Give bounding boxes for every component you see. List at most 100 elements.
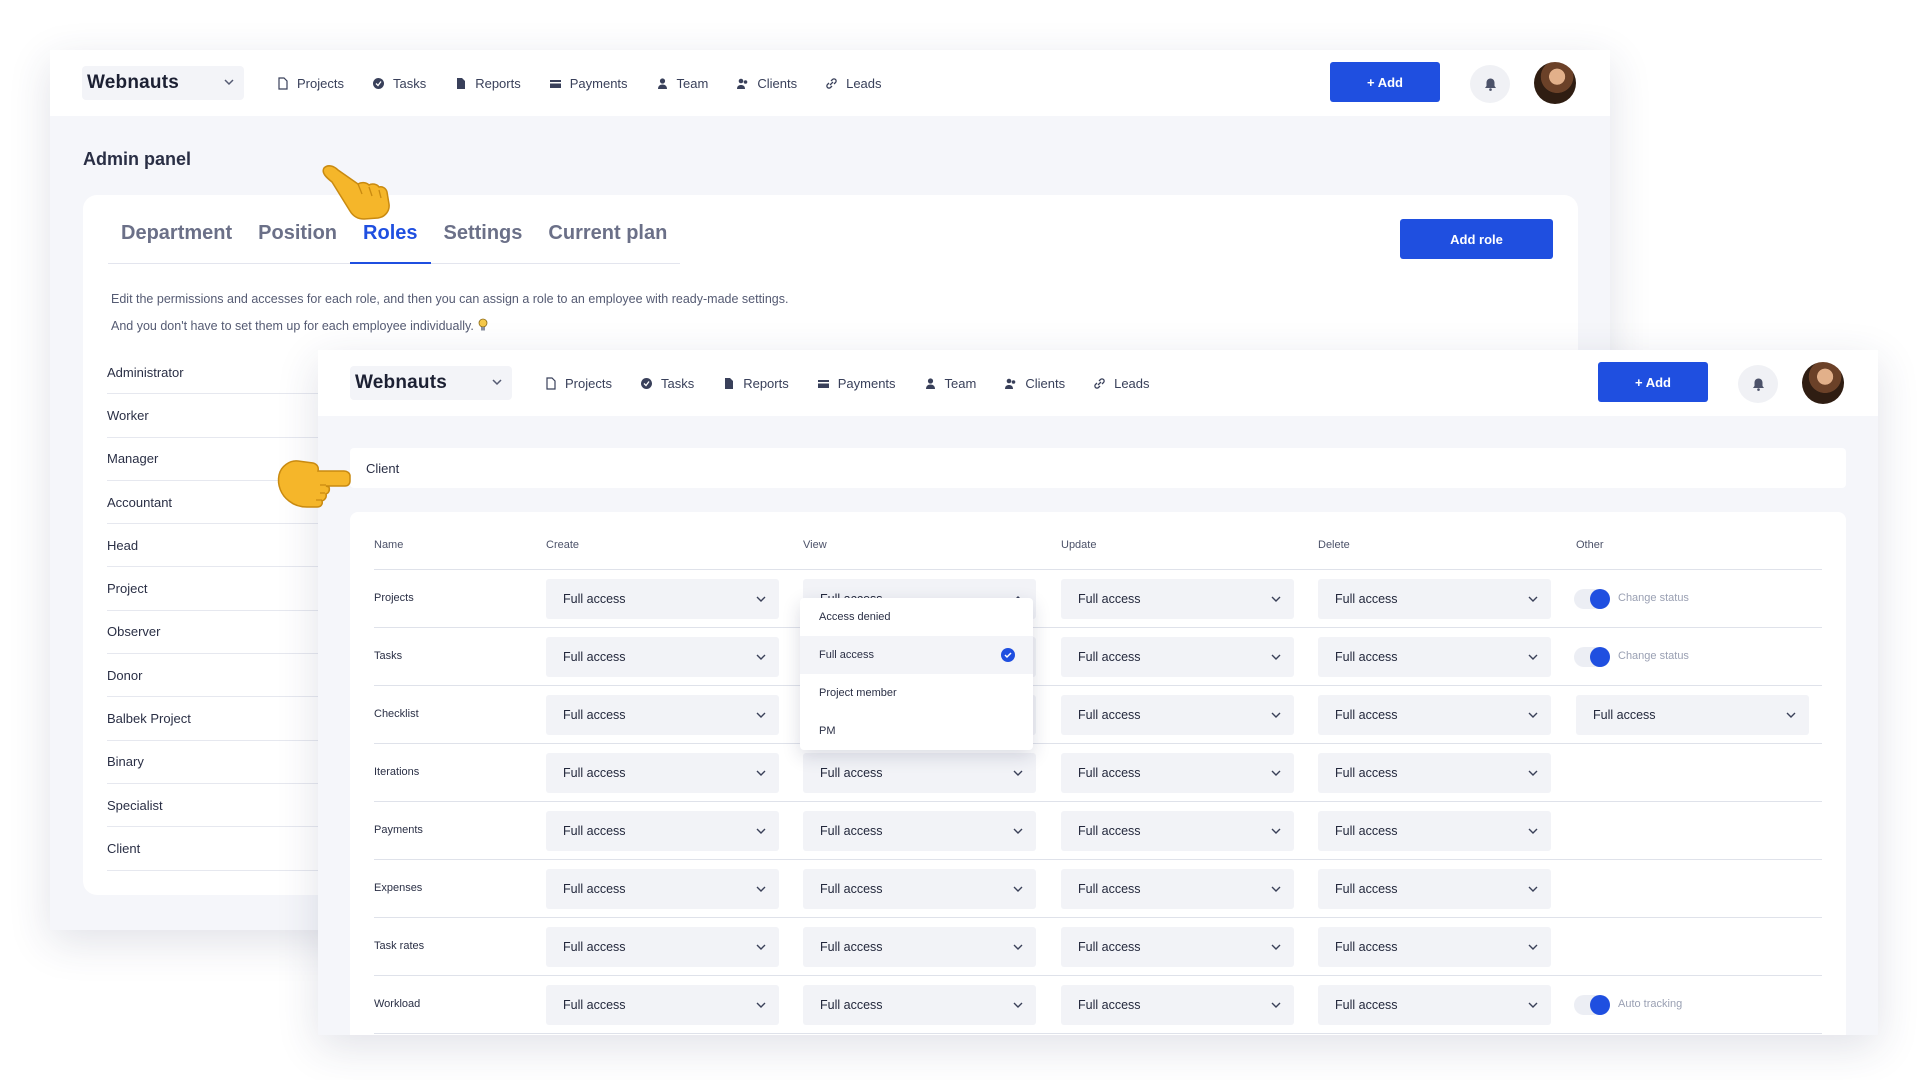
view-permission-select[interactable]: Full access xyxy=(803,811,1036,851)
check-circle-icon xyxy=(372,77,384,89)
update-permission-select[interactable]: Full access xyxy=(1061,869,1294,909)
tab-settings[interactable]: Settings xyxy=(431,222,536,264)
update-permission-select[interactable]: Full access xyxy=(1061,695,1294,735)
nav-team[interactable]: Team xyxy=(924,376,976,391)
tab-current-plan[interactable]: Current plan xyxy=(535,222,680,264)
chevron-down-icon xyxy=(756,886,766,892)
nav-projects[interactable]: Projects xyxy=(544,376,612,391)
view-permission-select[interactable]: Full access xyxy=(803,869,1036,909)
nav-reports[interactable]: Reports xyxy=(454,76,521,91)
workspace-selector[interactable]: Webnauts xyxy=(350,366,512,400)
nav-leads[interactable]: Leads xyxy=(825,76,882,91)
add-role-button[interactable]: Add role xyxy=(1400,219,1553,259)
permissions-table: Name Create View Update Delete Other Pro… xyxy=(350,512,1846,1035)
dropdown-option[interactable]: PM xyxy=(800,712,1033,750)
update-permission-select[interactable]: Full access xyxy=(1061,927,1294,967)
notifications-button[interactable] xyxy=(1470,65,1510,103)
nav-projects[interactable]: Projects xyxy=(276,76,344,91)
tab-position[interactable]: Position xyxy=(245,222,350,264)
delete-permission-select[interactable]: Full access xyxy=(1318,927,1551,967)
chevron-down-icon xyxy=(756,828,766,834)
nav-team[interactable]: Team xyxy=(656,76,708,91)
create-permission-select[interactable]: Full access xyxy=(546,637,779,677)
toggle-knob xyxy=(1590,589,1610,609)
nav-label: Clients xyxy=(1025,375,1066,391)
column-header-other: Other xyxy=(1576,539,1604,551)
view-dropdown-menu: Access denied Full access Project member… xyxy=(800,598,1033,750)
nav-payments[interactable]: Payments xyxy=(549,76,628,91)
other-toggle[interactable] xyxy=(1574,589,1610,609)
avatar[interactable] xyxy=(1802,362,1844,404)
nav-payments[interactable]: Payments xyxy=(817,376,896,391)
create-permission-select[interactable]: Full access xyxy=(546,579,779,619)
row-name: Projects xyxy=(374,592,414,604)
add-button[interactable]: + Add xyxy=(1598,362,1708,402)
selected-role-header: Client xyxy=(350,448,1846,488)
nav-label: Reports xyxy=(475,75,521,91)
create-permission-select[interactable]: Full access xyxy=(546,869,779,909)
description-line-1: Edit the permissions and accesses for ea… xyxy=(111,292,789,306)
delete-permission-select[interactable]: Full access xyxy=(1318,637,1551,677)
chevron-down-icon xyxy=(1271,712,1281,718)
document-icon xyxy=(546,376,556,390)
table-row: Iterations Full access Full access Full acc… xyxy=(374,744,1822,802)
update-permission-select[interactable]: Full access xyxy=(1061,985,1294,1025)
chevron-down-icon xyxy=(1528,770,1538,776)
workspace-selector[interactable]: Webnauts xyxy=(82,66,244,100)
toggle-label: Change status xyxy=(1618,592,1689,604)
nav-clients[interactable]: Clients xyxy=(1004,376,1065,391)
row-name: Workload xyxy=(374,998,421,1010)
brand-name: Webnauts xyxy=(355,372,448,393)
nav-clients[interactable]: Clients xyxy=(736,76,797,91)
view-permission-select[interactable]: Full access xyxy=(803,985,1036,1025)
select-value: Full access xyxy=(563,650,626,664)
update-permission-select[interactable]: Full access xyxy=(1061,637,1294,677)
dropdown-option-selected[interactable]: Full access xyxy=(800,636,1033,674)
delete-permission-select[interactable]: Full access xyxy=(1318,811,1551,851)
update-permission-select[interactable]: Full access xyxy=(1061,579,1294,619)
dropdown-option[interactable]: Access denied xyxy=(800,598,1033,636)
tab-bar: Department Position Roles Settings Curre… xyxy=(108,222,681,264)
delete-permission-select[interactable]: Full access xyxy=(1318,695,1551,735)
pointing-hand-icon xyxy=(322,165,390,220)
notifications-button[interactable] xyxy=(1738,365,1778,403)
chevron-down-icon xyxy=(1271,596,1281,602)
delete-permission-select[interactable]: Full access xyxy=(1318,985,1551,1025)
tab-roles[interactable]: Roles xyxy=(350,222,431,264)
chevron-down-icon xyxy=(1013,886,1023,892)
tab-department[interactable]: Department xyxy=(108,222,245,264)
nav-reports[interactable]: Reports xyxy=(722,376,789,391)
avatar[interactable] xyxy=(1534,62,1576,104)
chevron-down-icon xyxy=(756,712,766,718)
other-toggle[interactable] xyxy=(1574,647,1610,667)
column-header-name: Name xyxy=(374,539,404,551)
other-toggle[interactable] xyxy=(1574,995,1610,1015)
select-value: Full access xyxy=(1078,824,1141,838)
chevron-down-icon xyxy=(1528,596,1538,602)
chevron-down-icon xyxy=(1013,770,1023,776)
nav-tasks[interactable]: Tasks xyxy=(372,76,426,91)
update-permission-select[interactable]: Full access xyxy=(1061,753,1294,793)
delete-permission-select[interactable]: Full access xyxy=(1318,869,1551,909)
delete-permission-select[interactable]: Full access xyxy=(1318,579,1551,619)
dropdown-option[interactable]: Project member xyxy=(800,674,1033,712)
select-value: Full access xyxy=(1335,592,1398,606)
bell-icon xyxy=(1752,378,1764,391)
create-permission-select[interactable]: Full access xyxy=(546,811,779,851)
select-value: Full access xyxy=(1078,766,1141,780)
delete-permission-select[interactable]: Full access xyxy=(1318,753,1551,793)
add-button[interactable]: + Add xyxy=(1330,62,1440,102)
create-permission-select[interactable]: Full access xyxy=(546,985,779,1025)
nav-leads[interactable]: Leads xyxy=(1093,376,1150,391)
nav-tasks[interactable]: Tasks xyxy=(640,376,694,391)
chevron-down-icon xyxy=(1528,828,1538,834)
table-row: Projects Full access Full access Full acces… xyxy=(374,570,1822,628)
create-permission-select[interactable]: Full access xyxy=(546,927,779,967)
create-permission-select[interactable]: Full access xyxy=(546,753,779,793)
update-permission-select[interactable]: Full access xyxy=(1061,811,1294,851)
view-permission-select[interactable]: Full access xyxy=(803,753,1036,793)
create-permission-select[interactable]: Full access xyxy=(546,695,779,735)
chevron-down-icon xyxy=(1013,1002,1023,1008)
view-permission-select[interactable]: Full access xyxy=(803,927,1036,967)
other-permission-select[interactable]: Full access xyxy=(1576,695,1809,735)
